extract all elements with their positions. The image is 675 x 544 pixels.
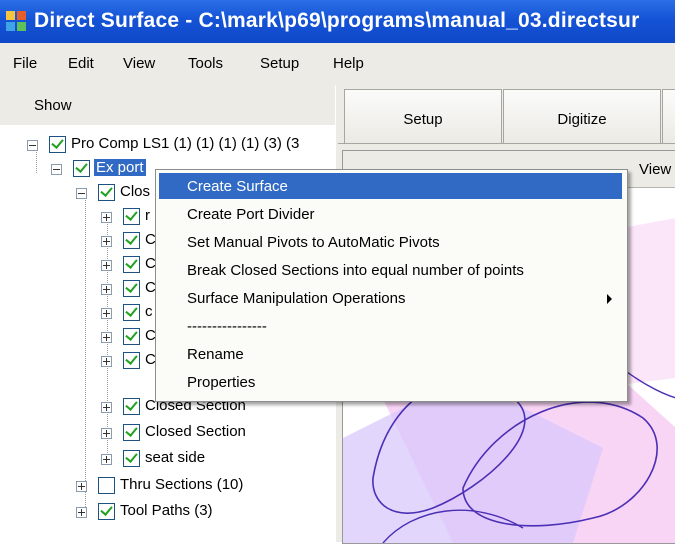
node-label-seat-side: seat side	[145, 449, 206, 466]
expand-icon[interactable]	[101, 308, 112, 319]
menu-item-label: Create Surface	[187, 178, 288, 195]
checkbox-closed-section[interactable]	[123, 424, 140, 441]
expand-icon[interactable]	[101, 212, 112, 223]
menu-item-label: Surface Manipulation Operations	[187, 290, 406, 307]
show-panel-header: Show	[0, 85, 335, 125]
expand-icon[interactable]	[101, 402, 112, 413]
menu-item-properties[interactable]: Properties	[159, 369, 622, 395]
tree-row-seat-side[interactable]: seat side	[0, 448, 300, 472]
menu-item-label: Set Manual Pivots to AutoMatic Pivots	[187, 234, 440, 251]
menu-item-break-closed-sections[interactable]: Break Closed Sections into equal number …	[159, 257, 622, 283]
menu-item-label: Create Port Divider	[187, 206, 315, 223]
menu-file[interactable]: File	[13, 55, 37, 72]
expand-icon[interactable]	[101, 356, 112, 367]
expand-icon[interactable]	[76, 507, 87, 518]
menu-help[interactable]: Help	[333, 55, 364, 72]
tree-row-root[interactable]: Pro Comp LS1 (1) (1) (1) (1) (3) (3	[0, 134, 336, 158]
menu-item-create-port-divider[interactable]: Create Port Divider	[159, 201, 622, 227]
node-label-closed-group: Clos	[120, 183, 151, 200]
show-label: Show	[34, 97, 72, 114]
collapse-icon[interactable]	[51, 164, 62, 175]
menu-tools[interactable]: Tools	[188, 55, 223, 72]
menu-edit[interactable]: Edit	[68, 55, 94, 72]
tree-row-thru-sections[interactable]: Thru Sections (10)	[0, 475, 300, 499]
checkbox-child[interactable]	[123, 280, 140, 297]
checkbox-seat-side[interactable]	[123, 450, 140, 467]
menu-item-label: Rename	[187, 346, 244, 363]
checkbox-closed-section[interactable]	[123, 398, 140, 415]
expand-icon[interactable]	[101, 236, 112, 247]
checkbox-root[interactable]	[49, 136, 66, 153]
expand-icon[interactable]	[101, 260, 112, 271]
checkbox-tool-paths[interactable]	[98, 503, 115, 520]
tab-strip-divider	[338, 143, 675, 144]
tab-digitize-label: Digitize	[557, 111, 607, 128]
menu-item-label: Properties	[187, 374, 256, 391]
checkbox-child[interactable]	[123, 208, 140, 225]
checkbox-child[interactable]	[123, 352, 140, 369]
title-bar: Direct Surface - C:\mark\p69\programs\ma…	[0, 0, 675, 43]
checkbox-ex-port[interactable]	[73, 160, 90, 177]
node-label-tool-paths: Tool Paths (3)	[120, 502, 213, 519]
node-label-root: Pro Comp LS1 (1) (1) (1) (1) (3) (3	[71, 135, 300, 152]
node-label-child: c	[145, 303, 153, 320]
menu-setup[interactable]: Setup	[260, 55, 299, 72]
checkbox-child[interactable]	[123, 328, 140, 345]
menu-item-rename[interactable]: Rename	[159, 341, 622, 367]
node-label-ex-port: Ex port	[94, 159, 146, 176]
menu-item-separator: ----------------	[159, 313, 622, 339]
expand-icon[interactable]	[101, 284, 112, 295]
tree-row-tool-paths[interactable]: Tool Paths (3)	[0, 501, 300, 525]
menu-item-create-surface[interactable]: Create Surface	[159, 173, 622, 199]
collapse-icon[interactable]	[27, 140, 38, 151]
tab-setup-label: Setup	[403, 111, 443, 128]
context-menu: Create Surface Create Port Divider Set M…	[155, 169, 628, 402]
menu-item-surface-manipulation[interactable]: Surface Manipulation Operations	[159, 285, 622, 311]
tab-setup[interactable]: Setup	[344, 89, 502, 144]
checkbox-child[interactable]	[123, 256, 140, 273]
tab-digitize[interactable]: Digitize	[503, 89, 661, 144]
window-title: Direct Surface - C:\mark\p69\programs\ma…	[34, 9, 640, 32]
tree-row-closed-section[interactable]: Closed Section	[0, 422, 300, 446]
expand-icon[interactable]	[101, 454, 112, 465]
checkbox-closed-group[interactable]	[98, 184, 115, 201]
node-label-thru-sections: Thru Sections (10)	[120, 476, 244, 493]
expand-icon[interactable]	[101, 428, 112, 439]
node-label-closed-section: Closed Section	[145, 423, 246, 440]
collapse-icon[interactable]	[76, 188, 87, 199]
menu-item-label: ----------------	[187, 318, 267, 335]
submenu-arrow-icon	[607, 294, 612, 304]
checkbox-child[interactable]	[123, 232, 140, 249]
expand-icon[interactable]	[101, 332, 112, 343]
menu-item-label: Break Closed Sections into equal number …	[187, 262, 524, 279]
checkbox-thru-sections[interactable]	[98, 477, 115, 494]
checkbox-child[interactable]	[123, 304, 140, 321]
app-icon	[6, 11, 26, 31]
view-menu[interactable]: View	[639, 161, 671, 178]
expand-icon[interactable]	[76, 481, 87, 492]
tab-next[interactable]	[662, 89, 675, 144]
menu-item-set-manual-pivots[interactable]: Set Manual Pivots to AutoMatic Pivots	[159, 229, 622, 255]
menu-view[interactable]: View	[123, 55, 155, 72]
menu-bar: File Edit View Tools Setup Help	[0, 43, 675, 85]
node-label-child: r	[145, 207, 150, 224]
